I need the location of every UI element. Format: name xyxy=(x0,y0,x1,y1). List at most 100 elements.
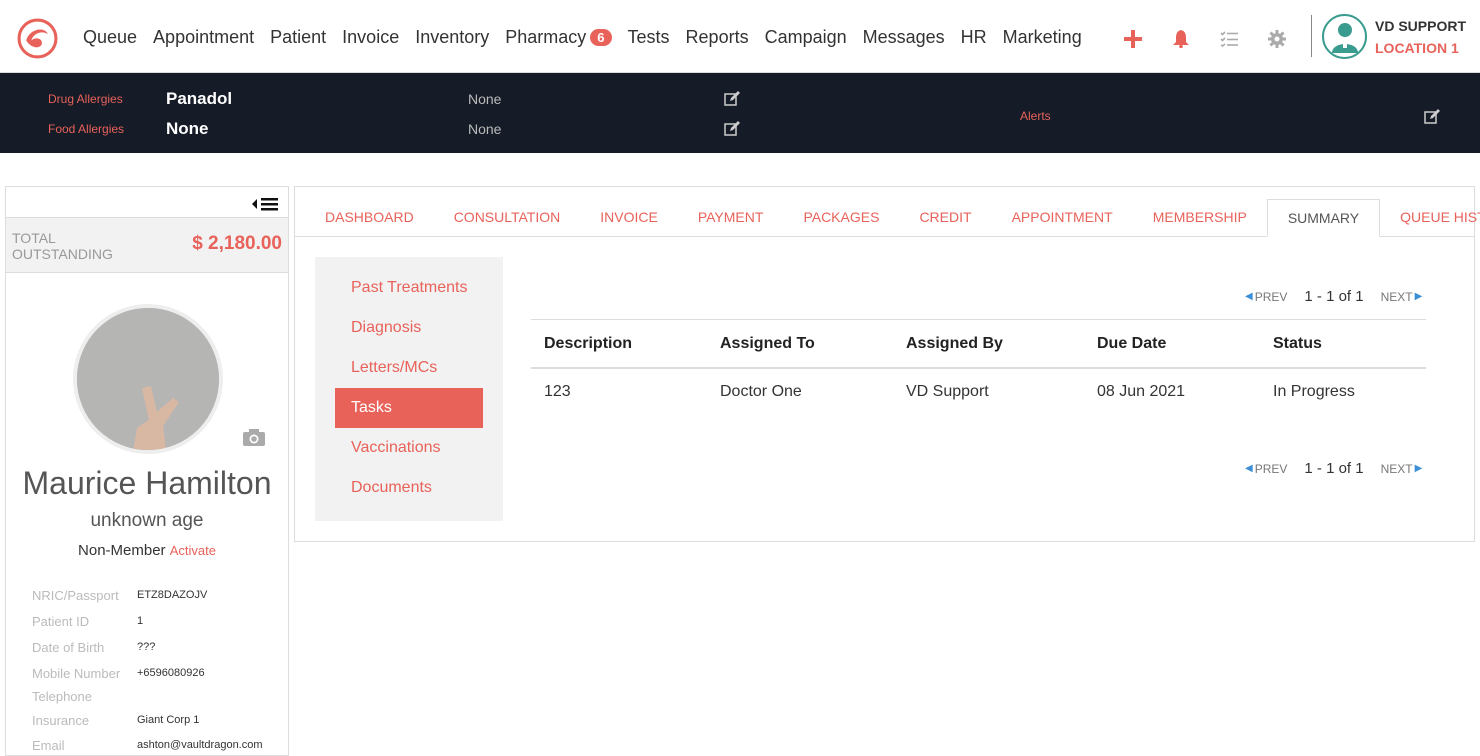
total-outstanding: TOTAL OUTSTANDING $ 2,180.00 xyxy=(6,217,288,273)
nav-campaign[interactable]: Campaign xyxy=(765,27,847,48)
col-assigned-to[interactable]: Assigned To xyxy=(720,335,815,353)
tasks-table: Description Assigned To Assigned By Due … xyxy=(531,319,1426,417)
pager-info: 1 - 1 of 1 xyxy=(1304,460,1364,477)
patient-photo[interactable] xyxy=(73,304,223,454)
nav-messages[interactable]: Messages xyxy=(863,27,945,48)
tab-queue-history[interactable]: QUEUE HISTORY xyxy=(1380,199,1480,237)
info-label: Patient ID xyxy=(32,614,90,629)
submenu-past-treatments[interactable]: Past Treatments xyxy=(335,268,483,308)
info-value: Giant Corp 1 xyxy=(137,714,200,726)
food-allergies-note: None xyxy=(468,121,502,137)
col-description[interactable]: Description xyxy=(544,335,632,353)
table-row[interactable]: 123 Doctor One VD Support 08 Jun 2021 In… xyxy=(531,369,1426,417)
plus-icon[interactable] xyxy=(1120,26,1146,52)
tab-payment[interactable]: PAYMENT xyxy=(678,199,784,237)
cell-description: 123 xyxy=(544,383,571,400)
tab-appointment[interactable]: APPOINTMENT xyxy=(992,199,1133,237)
camera-icon[interactable] xyxy=(242,427,266,447)
info-row-patient-id: Patient ID 1 xyxy=(32,614,282,629)
pager-top: ◀ PREV 1 - 1 of 1 NEXT ▶ xyxy=(1243,288,1424,305)
submenu-diagnosis[interactable]: Diagnosis xyxy=(335,308,483,348)
info-value: 1 xyxy=(137,615,144,627)
cell-assigned-to: Doctor One xyxy=(720,383,802,400)
nav-appointment[interactable]: Appointment xyxy=(153,27,254,48)
next-button[interactable]: NEXT ▶ xyxy=(1381,462,1425,476)
food-allergies-label: Food Allergies xyxy=(48,122,125,136)
tab-packages[interactable]: PACKAGES xyxy=(783,199,899,237)
info-value: +6596080926 xyxy=(137,667,205,679)
tab-membership[interactable]: MEMBERSHIP xyxy=(1133,199,1267,237)
nav-marketing[interactable]: Marketing xyxy=(1003,27,1082,48)
cell-status: In Progress xyxy=(1273,383,1355,400)
main-menu: Queue Appointment Patient Invoice Invent… xyxy=(83,27,1098,48)
tab-summary[interactable]: SUMMARY xyxy=(1266,199,1381,237)
submenu-vaccinations[interactable]: Vaccinations xyxy=(335,428,483,468)
chevron-left-icon: ◀ xyxy=(1245,463,1253,474)
nav-invoice[interactable]: Invoice xyxy=(342,27,399,48)
edit-alerts-icon[interactable] xyxy=(1424,109,1440,125)
user-name[interactable]: VD SUPPORT xyxy=(1375,18,1466,34)
drug-allergies-note: None xyxy=(468,91,502,107)
drug-allergies-label: Drug Allergies xyxy=(48,92,123,106)
info-row-mobile: Mobile Number +6596080926 xyxy=(32,666,282,681)
nav-patient[interactable]: Patient xyxy=(270,27,326,48)
edit-food-allergies-icon[interactable] xyxy=(724,121,740,137)
next-label: NEXT xyxy=(1380,461,1413,476)
user-avatar[interactable] xyxy=(1322,14,1367,59)
info-label: NRIC/Passport xyxy=(32,588,119,603)
tab-invoice[interactable]: INVOICE xyxy=(580,199,678,237)
collapse-sidebar-icon[interactable] xyxy=(252,197,278,211)
pager-info: 1 - 1 of 1 xyxy=(1304,288,1364,305)
info-value: ??? xyxy=(137,641,156,653)
submenu-tasks[interactable]: Tasks xyxy=(335,388,483,428)
pharmacy-count-badge: 6 xyxy=(590,29,612,46)
prev-button[interactable]: ◀ PREV xyxy=(1243,290,1287,304)
pager-bottom: ◀ PREV 1 - 1 of 1 NEXT ▶ xyxy=(1243,460,1424,477)
patient-name: Maurice Hamilton xyxy=(22,465,272,501)
tab-credit[interactable]: CREDIT xyxy=(899,199,991,237)
info-label: Insurance xyxy=(32,713,90,728)
prev-label: PREV xyxy=(1254,461,1288,476)
prev-button[interactable]: ◀ PREV xyxy=(1243,462,1287,476)
food-allergies-value: None xyxy=(166,119,209,138)
chevron-right-icon: ▶ xyxy=(1414,291,1423,302)
submenu-letters-mcs[interactable]: Letters/MCs xyxy=(335,348,483,388)
submenu-documents[interactable]: Documents xyxy=(335,468,483,508)
nav-reports[interactable]: Reports xyxy=(686,27,749,48)
info-label: Telephone xyxy=(32,689,92,704)
drug-allergies-value: Panadol xyxy=(166,89,233,108)
nav-hr[interactable]: HR xyxy=(961,27,987,48)
info-label: Date of Birth xyxy=(32,640,105,655)
nav-tests[interactable]: Tests xyxy=(628,27,670,48)
nav-queue[interactable]: Queue xyxy=(83,27,137,48)
chevron-right-icon: ▶ xyxy=(1414,463,1423,474)
info-value: ashton@vaultdragon.com xyxy=(137,739,263,751)
col-assigned-by[interactable]: Assigned By xyxy=(906,335,1003,353)
bell-icon[interactable] xyxy=(1168,26,1194,52)
info-value: ETZ8DAZOJV xyxy=(137,589,208,601)
next-button[interactable]: NEXT ▶ xyxy=(1381,290,1425,304)
activate-link[interactable]: Activate xyxy=(170,543,216,558)
patient-tabs: DASHBOARD CONSULTATION INVOICE PAYMENT P… xyxy=(295,199,1480,237)
edit-drug-allergies-icon[interactable] xyxy=(724,91,740,107)
gear-icon[interactable] xyxy=(1264,26,1290,52)
tab-dashboard[interactable]: DASHBOARD xyxy=(295,199,434,237)
tasks-icon[interactable] xyxy=(1216,26,1242,52)
tab-consultation[interactable]: CONSULTATION xyxy=(434,199,581,237)
col-status[interactable]: Status xyxy=(1273,335,1322,353)
info-label: Mobile Number xyxy=(32,666,121,681)
nav-inventory[interactable]: Inventory xyxy=(415,27,489,48)
info-row-nric: NRIC/Passport ETZ8DAZOJV xyxy=(32,588,282,603)
nav-pharmacy[interactable]: Pharmacy 6 xyxy=(505,27,612,48)
patient-age: unknown age xyxy=(90,510,204,531)
info-row-dob: Date of Birth??? xyxy=(32,640,282,655)
user-location[interactable]: LOCATION 1 xyxy=(1375,40,1459,56)
clinic-logo[interactable] xyxy=(17,18,58,59)
nav-divider xyxy=(1311,15,1312,57)
info-row-telephone: Telephone xyxy=(32,689,282,704)
info-row-insurance: Insurance Giant Corp 1 xyxy=(32,713,282,728)
membership-label: Non-Member xyxy=(78,542,166,559)
col-due-date[interactable]: Due Date xyxy=(1097,335,1166,353)
patient-sidebar: TOTAL OUTSTANDING $ 2,180.00 Maurice Ham… xyxy=(5,186,289,756)
chevron-left-icon: ◀ xyxy=(1245,291,1253,302)
